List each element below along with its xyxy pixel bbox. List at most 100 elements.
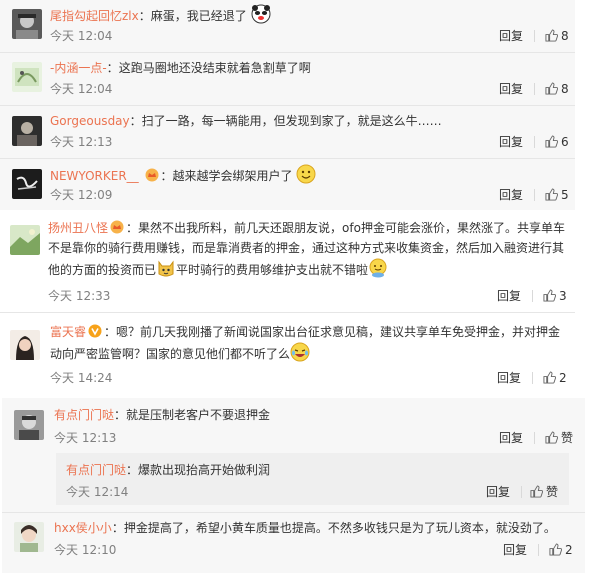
thumbs-up-icon — [545, 135, 558, 148]
comment-time: 今天 12:13 — [54, 431, 117, 445]
colon: ： — [129, 114, 142, 128]
comment-line: 有点门门哒：爆款出现抬高开始做利润 — [66, 461, 270, 479]
like-button[interactable]: 6 — [545, 134, 569, 150]
like-button[interactable]: 8 — [545, 28, 569, 44]
comment-text: 果然不出我所料，前几天还跟朋友说，ofo押金可能会涨价，果然涨了。共享单车 — [138, 221, 565, 235]
comment-text: 平时骑行的费用够维护支出就不错啦 — [176, 263, 369, 277]
comment-body: 扬州丑八怪 ：果然不出我所料，前几天还跟朋友说，ofo押金可能会涨价，果然涨了。共… — [48, 218, 573, 280]
comment-time: 今天 12:13 — [50, 135, 113, 149]
colon: ： — [126, 221, 139, 235]
thumbs-up-icon — [543, 371, 556, 384]
like-button[interactable]: 2 — [543, 370, 567, 386]
comment-time: 今天 12:33 — [48, 289, 111, 303]
divider — [0, 158, 575, 159]
smile-emoji-icon — [296, 164, 316, 184]
comment-text: 嗯？前几天我刚播了新闻说国家出台征求意见稿，建议共享单车免受押金，并对押金 — [116, 325, 561, 339]
divider — [521, 486, 522, 498]
comment-time: 今天 12:09 — [50, 188, 113, 202]
like-button[interactable]: 赞 — [545, 430, 573, 446]
comment-line: Gorgeousday：扫了一路，每一辆能用，但发现到家了，就是这么牛…… — [50, 112, 442, 130]
thumbs-up-icon — [549, 543, 562, 556]
username-link[interactable]: 尾指勾起回忆zlx — [50, 9, 139, 23]
comment-text: 扫了一路，每一辆能用，但发现到家了，就是这么牛…… — [141, 114, 442, 128]
avatar[interactable] — [12, 62, 42, 92]
divider — [538, 544, 539, 556]
thumbs-up-icon — [545, 82, 558, 95]
like-count: 2 — [565, 543, 573, 557]
comment-time: 今天 12:14 — [66, 485, 129, 499]
laughing-tears-emoji-icon — [290, 342, 310, 362]
colon: ： — [111, 521, 124, 535]
like-button[interactable]: 8 — [545, 81, 569, 97]
username-link[interactable]: 有点门门哒 — [66, 463, 126, 477]
like-count: 赞 — [546, 485, 559, 499]
avatar[interactable] — [12, 116, 42, 146]
comment-text: 这跑马圈地还没结束就着急割草了啊 — [118, 61, 311, 75]
comment-text: 动向严密监管啊？国家的意见他们都不听了么 — [50, 347, 291, 361]
like-count: 2 — [559, 371, 567, 385]
avatar[interactable] — [14, 522, 44, 552]
colon: ： — [126, 463, 139, 477]
divider — [0, 105, 575, 106]
avatar[interactable] — [10, 225, 40, 255]
like-count: 8 — [561, 82, 569, 96]
reply-button[interactable]: 回复 — [497, 288, 521, 304]
username-link[interactable]: NEWYORKER__ — [50, 169, 139, 183]
reply-button[interactable]: 回复 — [499, 81, 523, 97]
comment-time: 今天 12:10 — [54, 543, 117, 557]
reply-button[interactable]: 回复 — [499, 430, 523, 446]
divider — [534, 30, 535, 42]
colon: ： — [160, 169, 173, 183]
username-link[interactable]: 富天睿 — [50, 325, 86, 339]
avatar[interactable] — [14, 410, 44, 440]
thumbs-up-icon — [545, 188, 558, 201]
thumbs-up-icon — [530, 485, 543, 498]
comment-line: NEWYORKER__ ：越来越学会绑架用户了 — [50, 164, 316, 185]
reply-button[interactable]: 回复 — [499, 187, 523, 203]
like-button[interactable]: 2 — [549, 542, 573, 558]
like-count: 5 — [561, 188, 569, 202]
divider — [532, 290, 533, 302]
crown-badge-icon — [110, 220, 124, 234]
cat-emoji-icon — [156, 258, 176, 278]
reply-button[interactable]: 回复 — [499, 134, 523, 150]
comment-time: 今天 14:24 — [50, 371, 113, 385]
thumbs-up-icon — [543, 289, 556, 302]
comment-line: 富天睿 ：嗯？前几天我刚播了新闻说国家出台征求意见稿，建议共享单车免受押金，并对押… — [50, 322, 573, 342]
divider — [2, 512, 585, 513]
like-button[interactable]: 赞 — [530, 484, 558, 500]
username-link[interactable]: hxx侯小小 — [54, 521, 112, 535]
username-link[interactable]: -内涵一点- — [50, 61, 107, 75]
reply-button[interactable]: 回复 — [486, 484, 510, 500]
comment-text: 押金提高了，希望小黄车质量也提高。不然多收钱只是为了玩儿资本，就没劲了。 — [123, 521, 556, 535]
reply-button[interactable]: 回复 — [499, 28, 523, 44]
divider — [534, 432, 535, 444]
username-link[interactable]: Gorgeousday — [50, 114, 130, 128]
divider — [534, 189, 535, 201]
comment-line: 动向严密监管啊？国家的意见他们都不听了么 — [50, 342, 573, 364]
comment-line: 尾指勾起回忆zlx：麻蛋，我已经退了 — [50, 4, 271, 25]
colon: ： — [138, 9, 151, 23]
comment-text: 麻蛋，我已经退了 — [150, 9, 247, 23]
username-link[interactable]: 有点门门哒 — [54, 408, 114, 422]
comment-text: 就是压制老客户不要退押金 — [126, 408, 271, 422]
comment-text: 爆款出现抬高开始做利润 — [138, 463, 271, 477]
divider — [534, 83, 535, 95]
like-button[interactable]: 5 — [545, 187, 569, 203]
crown-badge-icon — [145, 168, 159, 182]
colon: ： — [114, 408, 127, 422]
reply-button[interactable]: 回复 — [497, 370, 521, 386]
avatar[interactable] — [10, 330, 40, 360]
comment-line: 有点门门哒：就是压制老客户不要退押金 — [54, 406, 270, 424]
username-link[interactable]: 扬州丑八怪 — [48, 221, 108, 235]
colon: ： — [106, 61, 119, 75]
comment-text: 他的方面的投资而已 — [48, 263, 157, 277]
avatar[interactable] — [12, 9, 42, 39]
avatar[interactable] — [12, 169, 42, 199]
reply-button[interactable]: 回复 — [503, 542, 527, 558]
comment-body: 富天睿 ：嗯？前几天我刚播了新闻说国家出台征求意见稿，建议共享单车免受押金，并对押… — [50, 322, 573, 364]
like-button[interactable]: 3 — [543, 288, 567, 304]
like-count: 8 — [561, 29, 569, 43]
comment-line: -内涵一点-：这跑马圈地还没结束就着急割草了啊 — [50, 59, 311, 77]
like-count: 6 — [561, 135, 569, 149]
